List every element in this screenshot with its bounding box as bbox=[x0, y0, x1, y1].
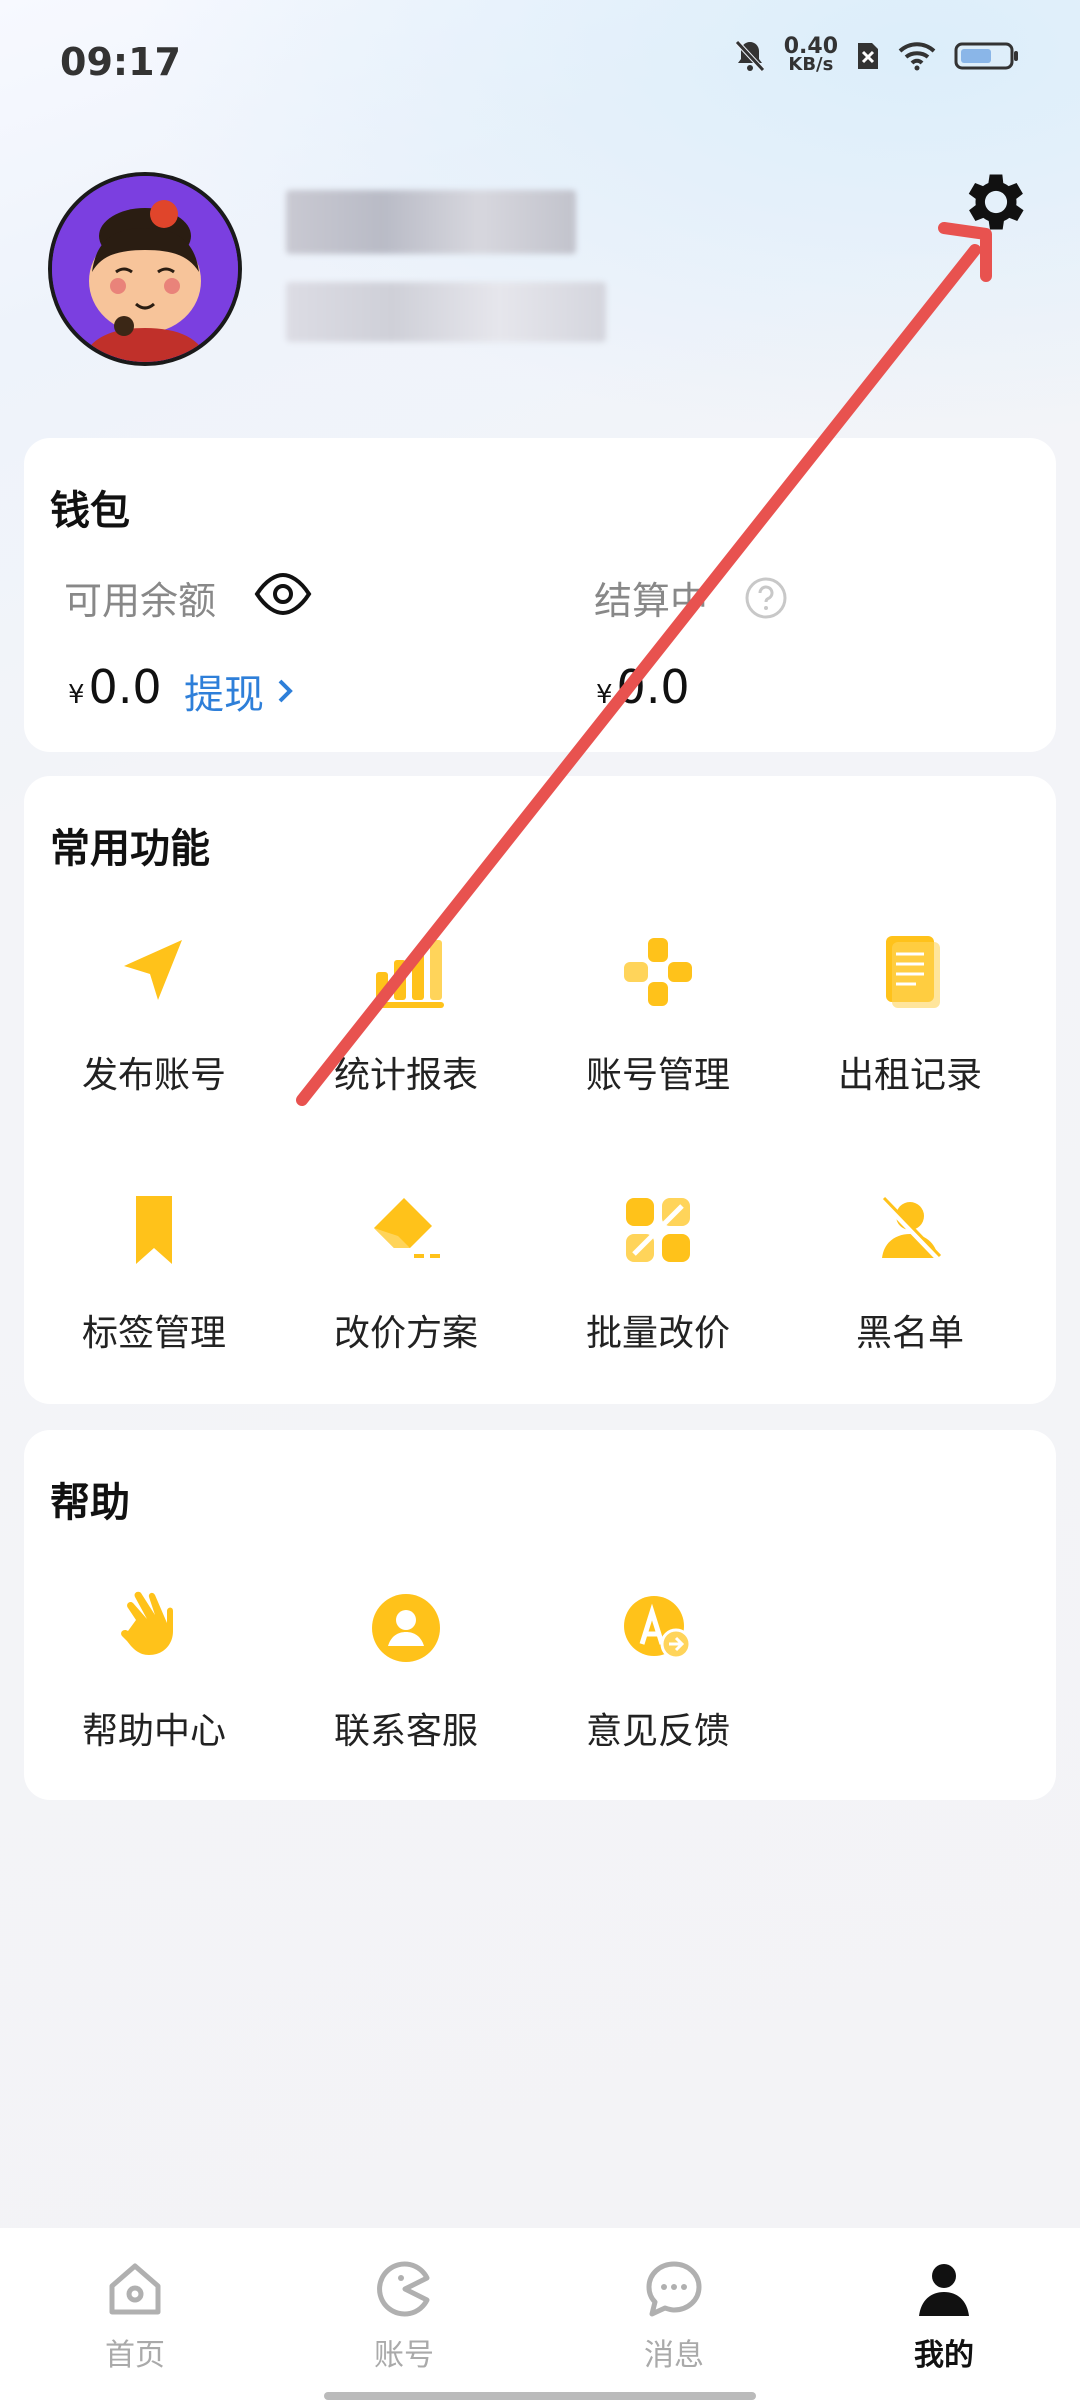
user-circle-icon bbox=[372, 1594, 440, 1662]
help-title: 帮助 bbox=[50, 1480, 130, 1526]
tab-bar: 首页 账号 消息 我的 bbox=[0, 2228, 1080, 2408]
wallet-card: 钱包 可用余额 ¥0.0 提现 结算中 ¥0.0 bbox=[24, 438, 1056, 752]
help-card: 帮助 帮助中心 联系客服 意见反馈 bbox=[24, 1430, 1056, 1800]
status-icons: 0.40 KB/s bbox=[734, 36, 1020, 75]
tab-account[interactable]: 账号 bbox=[304, 2258, 504, 2374]
feature-batch-reprice[interactable]: 批量改价 bbox=[532, 1182, 784, 1356]
chevron-right-icon bbox=[278, 679, 293, 703]
feature-rental-records[interactable]: 出租记录 bbox=[784, 924, 1036, 1098]
wifi-icon bbox=[898, 42, 936, 71]
mute-bell-icon bbox=[734, 40, 765, 72]
settling-value: ¥0.0 bbox=[596, 660, 690, 714]
feature-tag-management[interactable]: 标签管理 bbox=[28, 1182, 280, 1356]
battery-icon bbox=[954, 42, 1018, 70]
bookmark-icon bbox=[136, 1196, 172, 1264]
feature-label: 统计报表 bbox=[333, 1055, 478, 1096]
waving-hand-icon bbox=[121, 1591, 173, 1655]
feature-label: 出租记录 bbox=[837, 1055, 982, 1096]
eraser-icon bbox=[374, 1198, 444, 1258]
feature-label: 账号管理 bbox=[585, 1055, 730, 1096]
feature-label: 发布账号 bbox=[81, 1055, 226, 1096]
tab-me[interactable]: 我的 bbox=[844, 2258, 1044, 2374]
help-circle-icon[interactable] bbox=[744, 576, 788, 620]
net-speed-unit: KB/s bbox=[788, 54, 834, 75]
person-icon bbox=[919, 2264, 969, 2316]
feature-label: 标签管理 bbox=[81, 1313, 226, 1354]
status-time: 09:17 bbox=[60, 40, 181, 84]
tools-icon bbox=[626, 1198, 690, 1262]
sim-blocked-icon bbox=[858, 43, 878, 69]
feature-account-management[interactable]: 账号管理 bbox=[532, 924, 784, 1098]
net-speed: 0.40 KB/s bbox=[784, 36, 838, 75]
available-balance-amount: 0.0 bbox=[88, 660, 162, 714]
settling-label: 结算中 bbox=[594, 579, 709, 623]
help-label: 意见反馈 bbox=[585, 1711, 730, 1752]
document-icon bbox=[886, 936, 940, 1008]
avatar[interactable] bbox=[48, 172, 242, 366]
feature-publish-account[interactable]: 发布账号 bbox=[28, 924, 280, 1098]
tab-label: 我的 bbox=[914, 2338, 974, 2373]
tab-label: 首页 bbox=[105, 2338, 165, 2373]
wallet-title: 钱包 bbox=[50, 488, 130, 534]
withdraw-link[interactable]: 提现 bbox=[184, 662, 294, 720]
bar-chart-icon bbox=[372, 940, 444, 1008]
features-title: 常用功能 bbox=[50, 826, 210, 872]
chat-icon bbox=[646, 2261, 702, 2317]
gear-icon bbox=[968, 174, 1024, 230]
help-center[interactable]: 帮助中心 bbox=[28, 1580, 280, 1754]
currency-symbol: ¥ bbox=[68, 680, 85, 710]
tab-messages[interactable]: 消息 bbox=[574, 2258, 774, 2374]
feature-label: 黑名单 bbox=[855, 1313, 964, 1354]
status-bar: 09:17 0.40 KB/s bbox=[0, 0, 1080, 120]
eye-icon[interactable] bbox=[254, 572, 312, 616]
currency-symbol: ¥ bbox=[596, 680, 613, 710]
pacman-icon bbox=[377, 2261, 430, 2317]
features-card: 常用功能 发布账号 统计报表 账号管理 出租记录 标签管理 改价方案 批量改价 … bbox=[24, 776, 1056, 1404]
feedback-icon bbox=[624, 1596, 692, 1660]
feature-pricing-plan[interactable]: 改价方案 bbox=[280, 1182, 532, 1356]
feature-label: 改价方案 bbox=[333, 1313, 478, 1354]
tab-label: 消息 bbox=[644, 2338, 704, 2373]
feature-blacklist[interactable]: 黑名单 bbox=[784, 1182, 1036, 1356]
tab-home[interactable]: 首页 bbox=[35, 2258, 235, 2374]
home-indicator[interactable] bbox=[324, 2392, 756, 2400]
home-icon bbox=[109, 2263, 161, 2315]
cartoon-avatar bbox=[52, 176, 238, 362]
settling-amount: 0.0 bbox=[616, 660, 690, 714]
feature-statistics[interactable]: 统计报表 bbox=[280, 924, 532, 1098]
feedback[interactable]: 意见反馈 bbox=[532, 1580, 784, 1754]
available-balance-value: ¥0.0 bbox=[68, 660, 162, 714]
settings-button[interactable] bbox=[958, 164, 1034, 240]
send-arrow-icon bbox=[124, 940, 182, 1000]
tab-label: 账号 bbox=[374, 2338, 434, 2373]
contact-support[interactable]: 联系客服 bbox=[280, 1580, 532, 1754]
help-label: 联系客服 bbox=[333, 1711, 478, 1752]
gamepad-icon bbox=[624, 938, 692, 1006]
feature-label: 批量改价 bbox=[585, 1313, 730, 1354]
available-balance-label: 可用余额 bbox=[64, 579, 217, 623]
blocked-user-icon bbox=[879, 1196, 942, 1261]
help-label: 帮助中心 bbox=[81, 1711, 226, 1752]
withdraw-label: 提现 bbox=[184, 672, 264, 718]
